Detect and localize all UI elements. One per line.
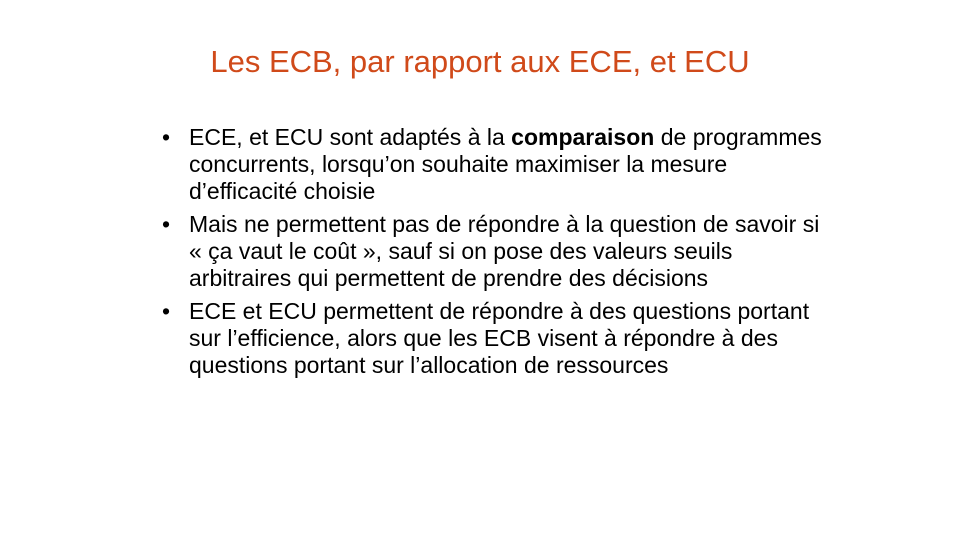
slide-title: Les ECB, par rapport aux ECE, et ECU: [210, 44, 750, 79]
bullet-text: Mais ne permettent pas de répondre à la …: [189, 211, 820, 291]
bullet-item-2: • Mais ne permettent pas de répondre à l…: [162, 211, 822, 292]
bullet-dot-icon: •: [162, 298, 171, 324]
bullet-item-3: • ECE et ECU permettent de répondre à de…: [162, 298, 822, 379]
bullet-text: ECE et ECU permettent de répondre à des …: [189, 298, 810, 378]
bullet-text-before: ECE, et ECU sont adaptés à la: [189, 124, 512, 150]
bullet-dot-icon: •: [162, 211, 171, 237]
bullet-item-1: • ECE, et ECU sont adaptés à la comparai…: [162, 124, 822, 205]
slide: Les ECB, par rapport aux ECE, et ECU • E…: [0, 0, 960, 540]
bullet-dot-icon: •: [162, 124, 171, 150]
bullet-text-bold: comparaison: [511, 124, 655, 150]
bullet-list: • ECE, et ECU sont adaptés à la comparai…: [162, 124, 822, 385]
